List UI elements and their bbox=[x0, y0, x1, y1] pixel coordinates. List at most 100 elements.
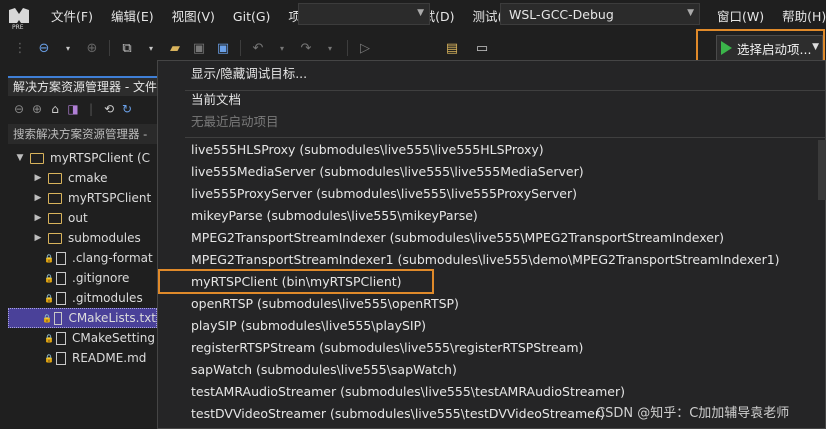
tree-item[interactable]: 🔒 .gitignore bbox=[8, 268, 157, 288]
debug-target-item[interactable]: mikeyParse (submodules\live555\mikeyPars… bbox=[191, 205, 478, 227]
menu-item[interactable]: 文件(F) bbox=[42, 0, 102, 34]
start-label: 选择启动项... bbox=[737, 41, 812, 57]
tree-item-label: myRTSPClient bbox=[68, 191, 152, 205]
redo-dropdown-chevron-icon[interactable]: ▾ bbox=[320, 38, 340, 58]
menu-item[interactable]: Git(G) bbox=[224, 0, 280, 34]
config-label: WSL-GCC-Debug bbox=[509, 6, 614, 22]
tree-item[interactable]: ▼ myRTSPClient (C bbox=[8, 148, 157, 168]
tree-item[interactable]: ▶ cmake bbox=[8, 168, 157, 188]
chevron-down-icon[interactable]: ▼ bbox=[812, 42, 819, 52]
chevron-down-icon: ▼ bbox=[687, 8, 694, 18]
run-icon[interactable]: ▷ bbox=[355, 38, 375, 58]
file-icon bbox=[56, 351, 66, 365]
sync-icon[interactable]: ⟲ bbox=[102, 102, 116, 116]
save-all-icon[interactable]: ▣ bbox=[213, 38, 233, 58]
save-icon[interactable]: ▣ bbox=[189, 38, 209, 58]
tree-item-label: out bbox=[68, 211, 88, 225]
refresh-icon[interactable]: ↻ bbox=[120, 102, 134, 116]
tree-item[interactable]: 🔒 README.md bbox=[8, 348, 157, 368]
lock-icon: 🔒 bbox=[44, 293, 54, 303]
debug-target-item[interactable]: MPEG2TransportStreamIndexer1 (submodules… bbox=[191, 249, 780, 271]
debug-target-item[interactable]: openRTSP (submodules\live555\openRTSP) bbox=[191, 293, 459, 315]
tree-item[interactable]: 🔒 CMakeSetting bbox=[8, 328, 157, 348]
solution-config-dropdown[interactable]: ▼ bbox=[298, 3, 430, 25]
selected-target-highlight bbox=[158, 269, 434, 294]
debug-target-item[interactable]: playSIP (submodules\live555\playSIP) bbox=[191, 315, 426, 337]
menu-item[interactable]: 编辑(E) bbox=[102, 0, 163, 34]
window-icon[interactable]: ▭ bbox=[472, 38, 492, 58]
scrollbar[interactable] bbox=[818, 140, 826, 200]
lock-icon: 🔒 bbox=[44, 253, 54, 263]
tree-item[interactable]: 🔒 .gitmodules bbox=[8, 288, 157, 308]
tree-item-label: CMakeLists.txt bbox=[68, 311, 156, 325]
lock-icon: 🔒 bbox=[44, 273, 54, 283]
switch-views-icon[interactable]: ◨ bbox=[66, 102, 80, 116]
home-icon[interactable]: ⌂ bbox=[48, 102, 62, 116]
debug-target-item[interactable]: live555MediaServer (submodules\live555\l… bbox=[191, 161, 584, 183]
tree-item-label: cmake bbox=[68, 171, 108, 185]
tree-item-label: submodules bbox=[68, 231, 141, 245]
menu-separator bbox=[185, 90, 825, 91]
chevron-down-icon: ▼ bbox=[417, 8, 424, 18]
collapsed-chevron-icon[interactable]: ▶ bbox=[32, 213, 44, 223]
debug-target-item[interactable]: registerRTSPStream (submodules\live555\r… bbox=[191, 337, 583, 359]
lock-icon: 🔒 bbox=[42, 313, 53, 323]
tree-item[interactable]: ▶ submodules bbox=[8, 228, 157, 248]
no-recent-startup-item: 无最近启动项目 bbox=[191, 114, 279, 129]
solution-explorer-title[interactable]: 解决方案资源管理器 - 文件 bbox=[8, 76, 157, 96]
watermark: CSDN @知乎：C加加辅导袁老师 bbox=[596, 406, 790, 421]
file-icon bbox=[56, 271, 66, 285]
tree-item-label: .gitignore bbox=[72, 271, 130, 285]
file-icon bbox=[54, 311, 63, 325]
visual-studio-logo-icon: PRE bbox=[6, 4, 32, 30]
tree-item-label: .gitmodules bbox=[72, 291, 143, 305]
debug-target-item[interactable]: live555HLSProxy (submodules\live555\live… bbox=[191, 139, 544, 161]
collapsed-chevron-icon[interactable]: ▶ bbox=[32, 233, 44, 243]
folder-icon bbox=[30, 152, 44, 164]
svg-text:PRE: PRE bbox=[12, 24, 24, 30]
debug-target-item[interactable]: testAMRAudioStreamer (submodules\live555… bbox=[191, 381, 625, 403]
build-configuration-select[interactable]: WSL-GCC-Debug ▼ bbox=[500, 3, 700, 25]
toolbar-separator: | bbox=[88, 102, 94, 116]
folder-target-icon[interactable]: ▤ bbox=[442, 38, 462, 58]
folder-icon bbox=[48, 232, 62, 244]
back-icon[interactable]: ⊖ bbox=[12, 102, 26, 116]
debug-target-item[interactable]: live555ProxyServer (submodules\live555\l… bbox=[191, 183, 577, 205]
debug-target-item[interactable]: MPEG2TransportStreamIndexer (submodules\… bbox=[191, 227, 724, 249]
back-dropdown-chevron-icon[interactable]: ▾ bbox=[58, 38, 78, 58]
collapsed-chevron-icon[interactable]: ▶ bbox=[32, 193, 44, 203]
solution-explorer-search[interactable]: 搜索解决方案资源管理器 - bbox=[8, 124, 157, 144]
show-hide-debug-targets-item[interactable]: 显示/隐藏调试目标... bbox=[191, 63, 307, 85]
tree-item[interactable]: 🔒 CMakeLists.txt bbox=[8, 308, 157, 328]
new-project-dropdown-chevron-icon[interactable]: ▾ bbox=[141, 38, 161, 58]
tree-item[interactable]: ▶ out bbox=[8, 208, 157, 228]
grip-icon: ⋮ bbox=[13, 40, 27, 56]
select-startup-item-button[interactable]: 选择启动项... ▼ bbox=[716, 35, 823, 61]
back-icon[interactable]: ⊖ bbox=[34, 38, 54, 58]
new-project-icon[interactable]: ⧉ bbox=[117, 38, 137, 58]
lock-icon: 🔒 bbox=[44, 353, 54, 363]
debug-target-item[interactable]: sapWatch (submodules\live555\sapWatch) bbox=[191, 359, 457, 381]
collapsed-chevron-icon[interactable]: ▶ bbox=[32, 173, 44, 183]
tree-item[interactable]: ▶ myRTSPClient bbox=[8, 188, 157, 208]
startup-item-dropdown: 显示/隐藏调试目标... 当前文档 无最近启动项目 live555HLSProx… bbox=[157, 60, 826, 429]
current-document-item[interactable]: 当前文档 bbox=[191, 89, 241, 111]
tree-item[interactable]: 🔒 .clang-format bbox=[8, 248, 157, 268]
expanded-chevron-icon[interactable]: ▼ bbox=[14, 153, 26, 163]
folder-icon bbox=[48, 172, 62, 184]
undo-dropdown-chevron-icon[interactable]: ▾ bbox=[272, 38, 292, 58]
file-icon bbox=[56, 331, 66, 345]
play-icon bbox=[721, 41, 732, 55]
forward-icon[interactable]: ⊕ bbox=[82, 38, 102, 58]
redo-icon[interactable]: ↷ bbox=[296, 38, 316, 58]
undo-icon[interactable]: ↶ bbox=[248, 38, 268, 58]
open-folder-icon[interactable]: ▰ bbox=[165, 38, 185, 58]
file-icon bbox=[56, 251, 66, 265]
menu-item[interactable]: 视图(V) bbox=[163, 0, 224, 34]
menu-separator bbox=[185, 137, 825, 138]
tree-item-label: CMakeSetting bbox=[72, 331, 155, 345]
solution-explorer-toolbar: ⊖ ⊕ ⌂ ◨ | ⟲ ↻ bbox=[8, 98, 157, 120]
debug-target-item[interactable]: testDVVideoStreamer (submodules\live555\… bbox=[191, 403, 605, 425]
forward-icon[interactable]: ⊕ bbox=[30, 102, 44, 116]
toolbar-separator bbox=[109, 40, 110, 56]
